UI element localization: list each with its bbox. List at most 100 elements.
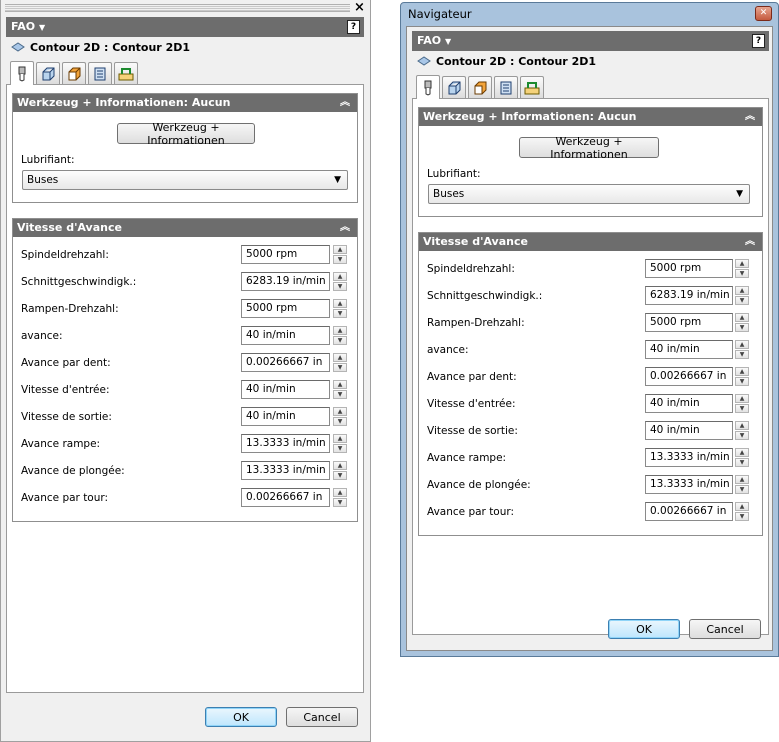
feed-section-header[interactable]: Vitesse d'Avance ︽ bbox=[419, 233, 762, 251]
spinner[interactable]: ▲ ▼ bbox=[333, 353, 347, 372]
spin-down-icon[interactable]: ▼ bbox=[333, 255, 347, 264]
spin-down-icon[interactable]: ▼ bbox=[333, 363, 347, 372]
tab-geometry[interactable] bbox=[442, 76, 466, 98]
spinner[interactable]: ▲ ▼ bbox=[333, 245, 347, 264]
spinner[interactable]: ▲ ▼ bbox=[333, 272, 347, 291]
lubricant-select[interactable]: Buses ▼ bbox=[428, 184, 750, 204]
window-titlebar[interactable]: Navigateur ✕ bbox=[401, 3, 778, 25]
spinner[interactable]: ▲ ▼ bbox=[735, 475, 749, 494]
spin-down-icon[interactable]: ▼ bbox=[735, 458, 749, 467]
spin-down-icon[interactable]: ▼ bbox=[333, 390, 347, 399]
collapse-icon[interactable]: ︽ bbox=[745, 233, 755, 251]
lubricant-select[interactable]: Buses ▼ bbox=[22, 170, 348, 190]
close-icon[interactable]: × bbox=[354, 0, 365, 15]
feed-row-input[interactable]: 5000 rpm bbox=[241, 245, 330, 264]
ok-button[interactable]: OK bbox=[608, 619, 680, 639]
spinner[interactable]: ▲ ▼ bbox=[333, 380, 347, 399]
spinner[interactable]: ▲ ▼ bbox=[735, 259, 749, 278]
tool-section-header[interactable]: Werkzeug + Informationen: Aucun ︽ bbox=[419, 108, 762, 126]
spin-up-icon[interactable]: ▲ bbox=[333, 434, 347, 443]
spin-up-icon[interactable]: ▲ bbox=[333, 353, 347, 362]
spin-up-icon[interactable]: ▲ bbox=[333, 407, 347, 416]
spinner[interactable]: ▲ ▼ bbox=[333, 326, 347, 345]
spin-down-icon[interactable]: ▼ bbox=[333, 471, 347, 480]
feed-section-header[interactable]: Vitesse d'Avance ︽ bbox=[13, 219, 357, 237]
feed-row-input[interactable]: 6283.19 in/min bbox=[645, 286, 733, 305]
tab-linking[interactable] bbox=[520, 76, 544, 98]
fao-menu[interactable]: FAO ▼ bbox=[417, 34, 451, 47]
spinner[interactable]: ▲ ▼ bbox=[333, 461, 347, 480]
ok-button[interactable]: OK bbox=[205, 707, 277, 727]
spinner[interactable]: ▲ ▼ bbox=[735, 502, 749, 521]
spin-up-icon[interactable]: ▲ bbox=[735, 313, 749, 322]
spin-down-icon[interactable]: ▼ bbox=[735, 404, 749, 413]
feed-row-input[interactable]: 0.00266667 in bbox=[241, 488, 330, 507]
spin-down-icon[interactable]: ▼ bbox=[333, 444, 347, 453]
tool-info-button[interactable]: Werkzeug + Informationen bbox=[519, 135, 659, 161]
cancel-button[interactable]: Cancel bbox=[689, 619, 761, 639]
spin-down-icon[interactable]: ▼ bbox=[333, 498, 347, 507]
tab-passes[interactable] bbox=[88, 62, 112, 84]
spinner[interactable]: ▲ ▼ bbox=[735, 421, 749, 440]
tool-section-header[interactable]: Werkzeug + Informationen: Aucun ︽ bbox=[13, 94, 357, 112]
feed-row-input[interactable]: 13.3333 in/min bbox=[645, 475, 733, 494]
spinner[interactable]: ▲ ▼ bbox=[333, 434, 347, 453]
spin-up-icon[interactable]: ▲ bbox=[735, 448, 749, 457]
spin-down-icon[interactable]: ▼ bbox=[735, 269, 749, 278]
spin-down-icon[interactable]: ▼ bbox=[735, 377, 749, 386]
feed-row-input[interactable]: 0.00266667 in bbox=[241, 353, 330, 372]
collapse-icon[interactable]: ︽ bbox=[745, 108, 755, 126]
spin-up-icon[interactable]: ▲ bbox=[735, 259, 749, 268]
spin-down-icon[interactable]: ▼ bbox=[333, 336, 347, 345]
spin-up-icon[interactable]: ▲ bbox=[333, 488, 347, 497]
help-icon[interactable]: ? bbox=[347, 20, 360, 34]
feed-row-input[interactable]: 5000 rpm bbox=[645, 313, 733, 332]
collapse-icon[interactable]: ︽ bbox=[340, 219, 350, 237]
spin-down-icon[interactable]: ▼ bbox=[735, 296, 749, 305]
tab-stock[interactable] bbox=[468, 76, 492, 98]
spin-down-icon[interactable]: ▼ bbox=[735, 323, 749, 332]
tab-passes[interactable] bbox=[494, 76, 518, 98]
spinner[interactable]: ▲ ▼ bbox=[735, 313, 749, 332]
spinner[interactable]: ▲ ▼ bbox=[735, 286, 749, 305]
feed-row-input[interactable]: 0.00266667 in bbox=[645, 367, 733, 386]
tool-info-button[interactable]: Werkzeug + Informationen bbox=[117, 121, 255, 147]
tab-tool[interactable] bbox=[416, 75, 440, 99]
spin-down-icon[interactable]: ▼ bbox=[333, 282, 347, 291]
spin-up-icon[interactable]: ▲ bbox=[735, 340, 749, 349]
feed-row-input[interactable]: 40 in/min bbox=[645, 421, 733, 440]
tab-linking[interactable] bbox=[114, 62, 138, 84]
spin-down-icon[interactable]: ▼ bbox=[735, 350, 749, 359]
help-icon[interactable]: ? bbox=[752, 34, 765, 48]
feed-row-input[interactable]: 40 in/min bbox=[241, 326, 330, 345]
panel-grip[interactable] bbox=[5, 4, 350, 12]
spin-up-icon[interactable]: ▲ bbox=[735, 421, 749, 430]
spin-up-icon[interactable]: ▲ bbox=[333, 326, 347, 335]
spin-down-icon[interactable]: ▼ bbox=[333, 417, 347, 426]
spin-up-icon[interactable]: ▲ bbox=[735, 286, 749, 295]
spin-up-icon[interactable]: ▲ bbox=[735, 367, 749, 376]
spin-up-icon[interactable]: ▲ bbox=[735, 394, 749, 403]
spin-up-icon[interactable]: ▲ bbox=[333, 299, 347, 308]
spin-up-icon[interactable]: ▲ bbox=[735, 475, 749, 484]
spin-down-icon[interactable]: ▼ bbox=[735, 512, 749, 521]
feed-row-input[interactable]: 13.3333 in/min bbox=[241, 434, 330, 453]
spinner[interactable]: ▲ ▼ bbox=[333, 407, 347, 426]
spinner[interactable]: ▲ ▼ bbox=[735, 394, 749, 413]
spinner[interactable]: ▲ ▼ bbox=[333, 488, 347, 507]
fao-menu[interactable]: FAO ▼ bbox=[11, 20, 45, 33]
window-close-button[interactable]: ✕ bbox=[755, 6, 772, 21]
feed-row-input[interactable]: 40 in/min bbox=[645, 394, 733, 413]
feed-row-input[interactable]: 40 in/min bbox=[241, 380, 330, 399]
feed-row-input[interactable]: 13.3333 in/min bbox=[645, 448, 733, 467]
spin-up-icon[interactable]: ▲ bbox=[333, 380, 347, 389]
spin-up-icon[interactable]: ▲ bbox=[333, 461, 347, 470]
feed-row-input[interactable]: 6283.19 in/min bbox=[241, 272, 330, 291]
spinner[interactable]: ▲ ▼ bbox=[735, 340, 749, 359]
feed-row-input[interactable]: 40 in/min bbox=[645, 340, 733, 359]
spin-up-icon[interactable]: ▲ bbox=[333, 272, 347, 281]
spin-up-icon[interactable]: ▲ bbox=[333, 245, 347, 254]
tab-stock[interactable] bbox=[62, 62, 86, 84]
feed-row-input[interactable]: 5000 rpm bbox=[241, 299, 330, 318]
spinner[interactable]: ▲ ▼ bbox=[333, 299, 347, 318]
